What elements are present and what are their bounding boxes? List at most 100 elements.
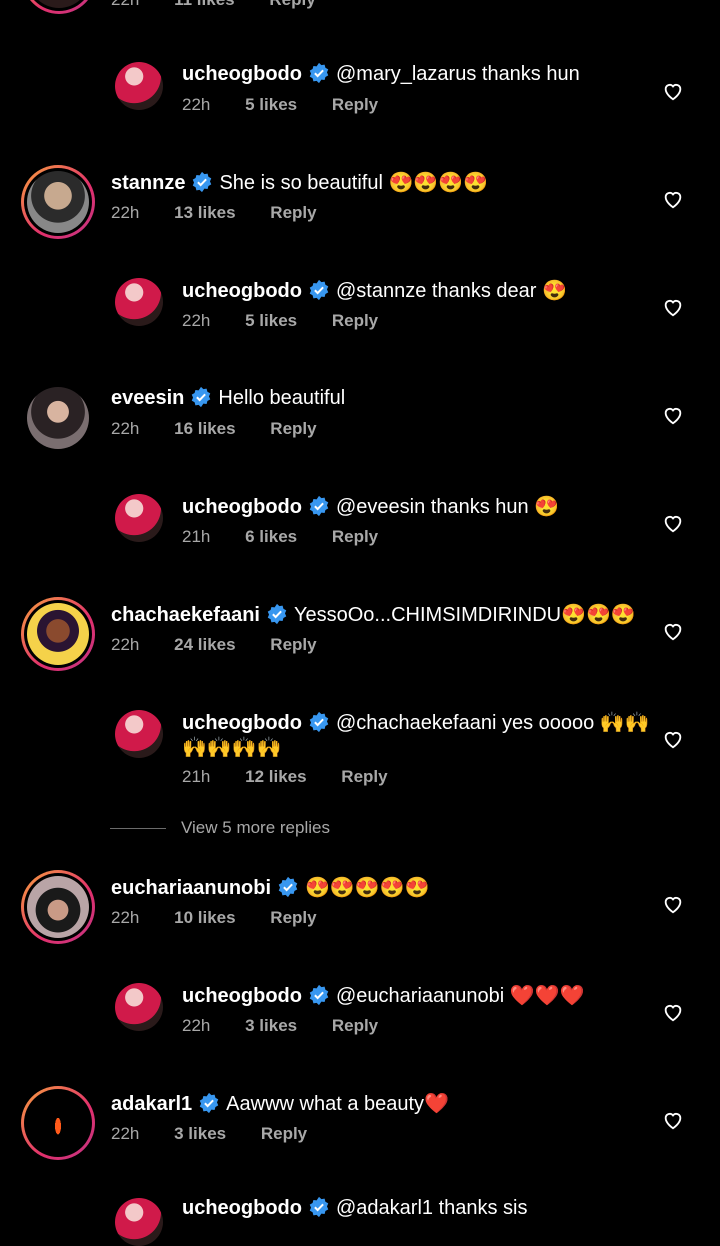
- verified-badge-icon: [309, 495, 329, 517]
- avatar-ring[interactable]: [22, 0, 96, 14]
- comment-line: ucheogbodo @stannze thanks dear 😍: [182, 278, 567, 303]
- avatar: [27, 171, 89, 233]
- reply-button[interactable]: Reply: [270, 635, 316, 654]
- avatar[interactable]: [115, 710, 163, 758]
- verified-badge-icon: [193, 171, 212, 193]
- avatar: [27, 1092, 89, 1154]
- comment-line: ucheogbodo @euchariaanunobi ❤️❤️❤️: [182, 983, 584, 1008]
- verified-badge-icon: [199, 1092, 219, 1114]
- comment-likes[interactable]: 3 likes: [174, 1124, 226, 1143]
- heart-outline-icon[interactable]: [662, 728, 684, 750]
- comment-username[interactable]: ucheogbodo: [182, 1197, 302, 1219]
- heart-outline-icon[interactable]: [662, 404, 684, 426]
- comment-likes[interactable]: 11 likes: [174, 0, 235, 9]
- comment-username[interactable]: euchariaanunobi: [111, 877, 271, 899]
- comment-text: @chachaekefaani yes ooooo 🙌🙌: [335, 712, 650, 734]
- comment-likes[interactable]: 24 likes: [174, 635, 235, 654]
- comment-line: ucheogbodo @chachaekefaani yes ooooo 🙌🙌: [182, 710, 650, 735]
- comment-username[interactable]: ucheogbodo: [182, 985, 302, 1007]
- comment-likes[interactable]: 13 likes: [174, 203, 235, 222]
- comment-likes[interactable]: 12 likes: [245, 767, 306, 786]
- comment-time: 22h: [182, 311, 211, 330]
- comment-username[interactable]: ucheogbodo: [182, 496, 302, 518]
- avatar: [27, 876, 89, 938]
- comment-meta: 22h 16 likes Reply: [111, 419, 347, 439]
- comment-time: 22h: [111, 635, 140, 654]
- comment-text: @mary_lazarus thanks hun: [335, 63, 580, 85]
- avatar[interactable]: [115, 278, 163, 326]
- heart-outline-icon[interactable]: [662, 188, 684, 210]
- heart-outline-icon[interactable]: [662, 1001, 684, 1023]
- heart-outline-icon[interactable]: [662, 512, 684, 534]
- comment-likes[interactable]: 5 likes: [245, 95, 297, 114]
- verified-badge-icon: [278, 876, 298, 898]
- comment-likes[interactable]: 16 likes: [174, 419, 235, 438]
- comment-line: euchariaanunobi 😍😍😍😍😍: [111, 875, 430, 900]
- comment-username[interactable]: eveesin: [111, 387, 184, 409]
- comment-username[interactable]: ucheogbodo: [182, 63, 302, 85]
- comment-meta: 21h 12 likes Reply: [182, 767, 418, 787]
- verified-badge-icon: [309, 279, 329, 301]
- heart-outline-icon[interactable]: [662, 1109, 684, 1131]
- comment-username[interactable]: chachaekefaani: [111, 604, 260, 626]
- reply-button[interactable]: Reply: [270, 419, 316, 438]
- heart-outline-icon[interactable]: [662, 620, 684, 642]
- comment-likes[interactable]: 3 likes: [245, 1016, 297, 1035]
- comment-text: Hello beautiful: [218, 387, 346, 409]
- reply-button[interactable]: Reply: [341, 767, 387, 786]
- comment-text: YessoOo...CHIMSIMDIRINDU😍😍😍: [293, 604, 636, 626]
- reply-button[interactable]: Reply: [332, 311, 378, 330]
- comment-username[interactable]: ucheogbodo: [182, 712, 302, 734]
- comment-time: 21h: [182, 767, 211, 786]
- reply-button[interactable]: Reply: [270, 203, 316, 222]
- avatar-ring[interactable]: [21, 1086, 95, 1160]
- avatar[interactable]: [115, 983, 163, 1031]
- reply-button[interactable]: Reply: [261, 1124, 307, 1143]
- comment-text: She is so beautiful 😍😍😍😍: [219, 172, 489, 194]
- avatar[interactable]: [115, 494, 163, 542]
- comment-meta: 22h 3 likes Reply: [111, 1124, 337, 1144]
- avatar-ring[interactable]: [21, 165, 95, 239]
- verified-badge-icon: [309, 1196, 329, 1218]
- comment-text: @adakarl1 thanks sis: [335, 1197, 528, 1219]
- comment-text: Aawww what a beauty❤️: [226, 1093, 449, 1115]
- avatar[interactable]: [115, 62, 163, 110]
- comment-likes[interactable]: 6 likes: [245, 527, 297, 546]
- avatar-ring[interactable]: [21, 597, 95, 671]
- verified-badge-icon: [309, 62, 329, 84]
- view-more-replies[interactable]: View 5 more replies: [110, 818, 330, 838]
- reply-button[interactable]: Reply: [269, 0, 315, 9]
- comment-text: @stannze thanks dear 😍: [335, 280, 567, 302]
- divider: [110, 828, 166, 830]
- avatar[interactable]: [115, 1198, 163, 1246]
- heart-outline-icon[interactable]: [662, 80, 684, 102]
- comment-likes[interactable]: 5 likes: [245, 311, 297, 330]
- comment-line: stannze She is so beautiful 😍😍😍😍: [111, 170, 488, 195]
- heart-outline-icon[interactable]: [662, 296, 684, 318]
- comment-meta: 22h 10 likes Reply: [111, 908, 347, 928]
- comment-time: 22h: [111, 419, 140, 438]
- comment-username[interactable]: stannze: [111, 172, 185, 194]
- comment-time: 22h: [111, 908, 140, 927]
- comment-username[interactable]: adakarl1: [111, 1093, 192, 1115]
- comment-time: 21h: [182, 527, 211, 546]
- heart-outline-icon[interactable]: [662, 893, 684, 915]
- avatar: [27, 603, 89, 665]
- comment-line: adakarl1 Aawww what a beauty❤️: [111, 1091, 449, 1116]
- reply-button[interactable]: Reply: [332, 1016, 378, 1035]
- reply-button[interactable]: Reply: [270, 908, 316, 927]
- avatar-ring[interactable]: [21, 870, 95, 944]
- comment-time: 22h: [182, 1016, 211, 1035]
- comment-meta: 22h 24 likes Reply: [111, 635, 347, 655]
- comment-text-continued: 🙌🙌🙌🙌: [182, 737, 282, 759]
- avatar[interactable]: [27, 387, 89, 449]
- reply-button[interactable]: Reply: [332, 527, 378, 546]
- comment-likes[interactable]: 10 likes: [174, 908, 235, 927]
- reply-button[interactable]: Reply: [332, 95, 378, 114]
- verified-badge-icon: [267, 603, 287, 625]
- comment-meta: 21h 6 likes Reply: [182, 527, 408, 547]
- comment-username[interactable]: ucheogbodo: [182, 280, 302, 302]
- comment-meta: 22h 13 likes Reply: [111, 203, 347, 223]
- view-more-replies-label: View 5 more replies: [181, 818, 330, 837]
- comment-line: chachaekefaani YessoOo...CHIMSIMDIRINDU😍😍…: [111, 602, 636, 627]
